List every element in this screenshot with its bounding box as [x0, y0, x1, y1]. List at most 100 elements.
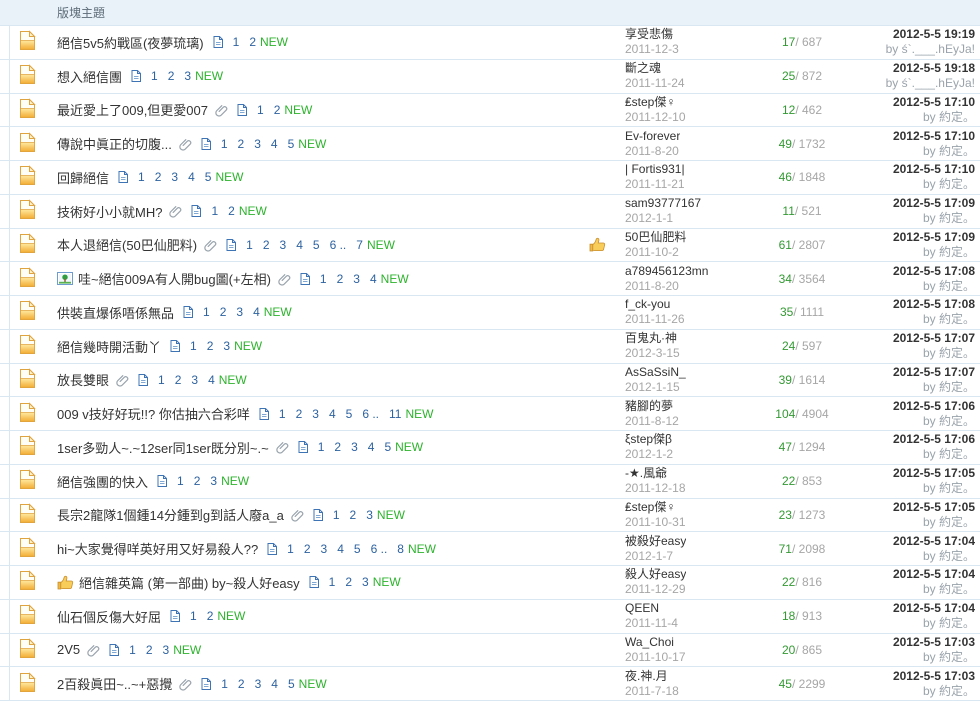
page-link[interactable]: 2 — [155, 170, 162, 184]
page-link[interactable]: 2 — [238, 677, 245, 691]
page-link[interactable]: 6 .. — [362, 407, 379, 421]
new-label[interactable]: NEW — [217, 609, 245, 623]
page-link[interactable]: 2 — [175, 373, 182, 387]
author-name[interactable]: | Fortis931| — [625, 162, 685, 177]
author-name[interactable]: 百鬼丸·神 — [625, 331, 677, 346]
page-link[interactable]: 2 — [207, 609, 214, 623]
page-link[interactable]: 1 — [211, 204, 218, 218]
thread-title[interactable]: 長宗2龍隊1個鍾14分鍾到g到話人廢a_a — [57, 505, 284, 524]
new-label[interactable]: NEW — [215, 170, 243, 184]
author-name[interactable]: 斷之魂 — [625, 61, 661, 76]
page-link[interactable]: 2 — [345, 575, 352, 589]
new-label[interactable]: NEW — [221, 474, 249, 488]
page-link[interactable]: 3 — [210, 474, 217, 488]
page-link[interactable]: 2 — [168, 69, 175, 83]
page-link[interactable]: 3 — [366, 508, 373, 522]
lastpost-time[interactable]: 2012-5-5 17:04 — [893, 534, 975, 549]
page-link[interactable]: 3 — [223, 339, 230, 353]
page-link[interactable]: 2 — [207, 339, 214, 353]
page-link[interactable]: 3 — [312, 407, 319, 421]
new-label[interactable]: NEW — [234, 339, 262, 353]
page-link[interactable]: 1 — [151, 69, 158, 83]
page-link[interactable]: 5 — [313, 238, 320, 252]
lastpost-author[interactable]: 約定。 — [939, 380, 975, 394]
thread-title[interactable]: 供裝直爆係唔係無品 — [57, 303, 174, 322]
lastpost-author[interactable]: 約定。 — [939, 245, 975, 259]
page-link[interactable]: 5 — [288, 137, 295, 151]
page-link[interactable]: 2 — [296, 407, 303, 421]
page-link[interactable]: 5 — [354, 542, 361, 556]
thread-title[interactable]: 回歸絕信 — [57, 168, 109, 187]
lastpost-time[interactable]: 2012-5-5 17:09 — [893, 196, 975, 211]
lastpost-time[interactable]: 2012-5-5 17:05 — [893, 466, 975, 481]
lastpost-time[interactable]: 2012-5-5 17:08 — [893, 264, 975, 279]
new-label[interactable]: NEW — [405, 407, 433, 421]
thread-title[interactable]: hi~大家覺得咩英好用又好易殺人?? — [57, 539, 258, 558]
lastpost-author[interactable]: 約定。 — [939, 481, 975, 495]
page-link[interactable]: 4 — [271, 137, 278, 151]
lastpost-author[interactable]: 約定。 — [939, 684, 975, 698]
page-link[interactable]: 3 — [163, 643, 170, 657]
thread-title[interactable]: 仙石個反傷大好屈 — [57, 607, 161, 626]
page-link[interactable]: 1 — [203, 305, 210, 319]
page-link[interactable]: 1 — [279, 407, 286, 421]
author-name[interactable]: a789456123mn — [625, 264, 708, 279]
author-name[interactable]: sam93777167 — [625, 196, 701, 211]
page-link[interactable]: 11 — [389, 407, 401, 421]
new-label[interactable]: NEW — [195, 69, 223, 83]
page-link[interactable]: 5 — [288, 677, 295, 691]
page-link[interactable]: 2 — [337, 272, 344, 286]
lastpost-author[interactable]: 約定。 — [939, 110, 975, 124]
page-link[interactable]: 1 — [158, 373, 165, 387]
new-label[interactable]: NEW — [367, 238, 395, 252]
new-label[interactable]: NEW — [299, 677, 327, 691]
thread-title[interactable]: 放長雙眼 — [57, 370, 109, 389]
lastpost-author[interactable]: 約定。 — [939, 177, 975, 191]
page-link[interactable]: 2 — [263, 238, 270, 252]
page-link[interactable]: 3 — [254, 137, 261, 151]
new-label[interactable]: NEW — [298, 137, 326, 151]
new-label[interactable]: NEW — [284, 103, 312, 117]
page-link[interactable]: 2 — [304, 542, 311, 556]
page-link[interactable]: 4 — [188, 170, 195, 184]
thread-title[interactable]: 絕信5v5約戰區(夜夢琉璃) — [57, 33, 204, 52]
page-link[interactable]: 1 — [333, 508, 340, 522]
page-link[interactable]: 5 — [205, 170, 212, 184]
thread-title[interactable]: 絕信幾時開活動丫 — [57, 337, 161, 356]
page-link[interactable]: 1 — [221, 137, 228, 151]
page-link[interactable]: 4 — [329, 407, 336, 421]
lastpost-time[interactable]: 2012-5-5 17:10 — [893, 129, 975, 144]
thread-title[interactable]: 2百殺眞田~..~+惡攪 — [57, 674, 172, 693]
page-link[interactable]: 2 — [350, 508, 357, 522]
thread-title[interactable]: 1ser多勁人~.~12ser同1ser既分別~.~ — [57, 438, 269, 457]
lastpost-author[interactable]: ś`.___.hEyJa! — [902, 42, 975, 56]
lastpost-author[interactable]: 約定。 — [939, 312, 975, 326]
page-link[interactable]: 4 — [368, 440, 375, 454]
lastpost-author[interactable]: 約定。 — [939, 346, 975, 360]
author-name[interactable]: f_ck-you — [625, 297, 670, 312]
new-label[interactable]: NEW — [219, 373, 247, 387]
author-name[interactable]: 夜.神.月 — [625, 669, 668, 684]
lastpost-author[interactable]: ś`.___.hEyJa! — [902, 76, 975, 90]
lastpost-time[interactable]: 2012-5-5 19:18 — [893, 61, 975, 76]
page-link[interactable]: 5 — [346, 407, 353, 421]
author-name[interactable]: 50巴仙肥料 — [625, 230, 686, 245]
page-link[interactable]: 2 — [334, 440, 341, 454]
author-name[interactable]: -★.風爺 — [625, 466, 667, 481]
new-label[interactable]: NEW — [264, 305, 292, 319]
page-link[interactable]: 1 — [257, 103, 264, 117]
page-link[interactable]: 6 .. — [371, 542, 388, 556]
page-link[interactable]: 4 — [337, 542, 344, 556]
author-name[interactable]: Wa_Choi — [625, 635, 674, 650]
lastpost-time[interactable]: 2012-5-5 17:09 — [893, 230, 975, 245]
lastpost-time[interactable]: 2012-5-5 17:03 — [893, 669, 975, 684]
lastpost-time[interactable]: 2012-5-5 17:06 — [893, 432, 975, 447]
author-name[interactable]: ξstep傑β — [625, 432, 672, 447]
page-link[interactable]: 3 — [362, 575, 369, 589]
lastpost-time[interactable]: 2012-5-5 17:03 — [893, 635, 975, 650]
author-name[interactable]: 豬腳的夢 — [625, 399, 673, 414]
page-link[interactable]: 2 — [146, 643, 153, 657]
author-name[interactable]: Ev-forever — [625, 129, 680, 144]
thread-title[interactable]: 技術好小小就MH? — [57, 202, 162, 221]
page-link[interactable]: 3 — [184, 69, 191, 83]
